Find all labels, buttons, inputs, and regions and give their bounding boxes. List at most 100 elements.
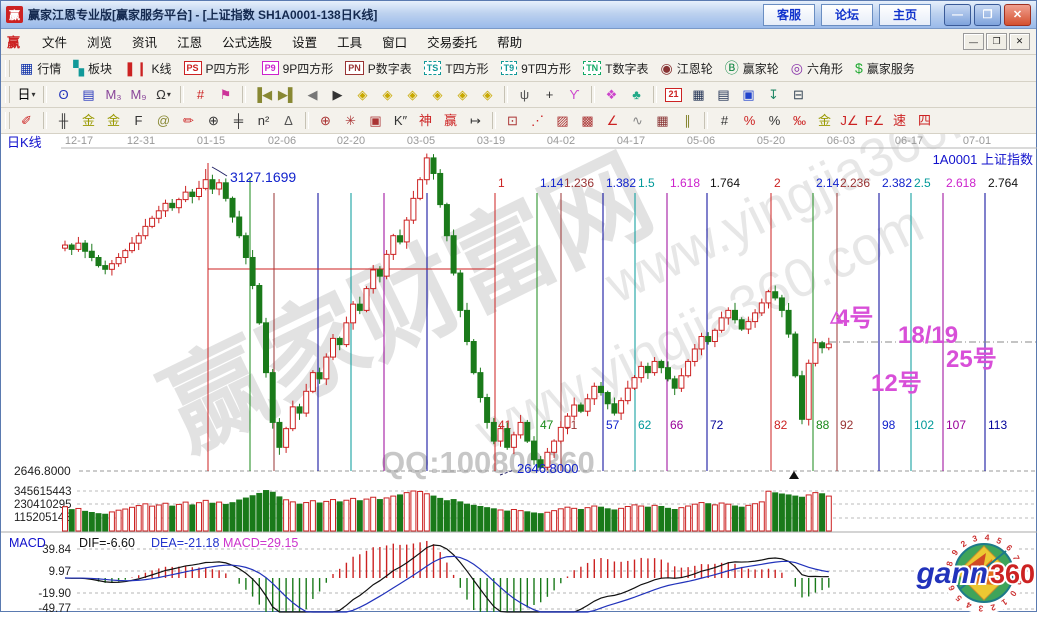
- p-table-button[interactable]: PNP数字表: [339, 57, 418, 79]
- k-mark-icon[interactable]: K″: [388, 110, 413, 132]
- customer-service-button[interactable]: 客服: [763, 4, 815, 26]
- gann-circle-icon[interactable]: ⊕: [201, 110, 226, 132]
- menu-item-7[interactable]: 窗口: [372, 29, 417, 54]
- title-bar[interactable]: 赢 赢家江恩专业版[赢家服务平台] - [上证指数 SH1A0001-138日K…: [1, 1, 1036, 29]
- parallel-lines-icon[interactable]: ∥: [675, 110, 700, 132]
- angle-measure-icon[interactable]: Ƴ: [562, 84, 587, 106]
- minimize-button[interactable]: —: [944, 4, 971, 26]
- detail-list-icon[interactable]: ▤: [76, 84, 101, 106]
- fibonacci-icon[interactable]: F: [126, 110, 151, 132]
- cycle-bottle-dropdown[interactable]: Ω▾: [151, 84, 176, 106]
- color-volume-icon[interactable]: ⚑: [213, 84, 238, 106]
- percent-icon[interactable]: %: [762, 110, 787, 132]
- save-icon[interactable]: ▣: [736, 84, 761, 106]
- calculator-icon[interactable]: ▦: [686, 84, 711, 106]
- homepage-button[interactable]: 主页: [879, 4, 931, 26]
- winner-wheel-button-label: 赢家轮: [743, 60, 779, 77]
- kline-chart-canvas[interactable]: 赢家财富网www.yingjia360.comwww.yingjia360.co…: [1, 134, 1037, 613]
- brush-icon[interactable]: ✏: [176, 110, 201, 132]
- sectors-button[interactable]: ▚板块: [67, 57, 118, 79]
- menu-item-2[interactable]: 资讯: [122, 29, 167, 54]
- comb2-icon[interactable]: ╪: [226, 110, 251, 132]
- wave-3-icon[interactable]: M₃: [101, 84, 126, 106]
- child-close-button[interactable]: ✕: [1009, 33, 1030, 50]
- menu-item-6[interactable]: 工具: [327, 29, 372, 54]
- drag-hand-icon[interactable]: ψ: [512, 84, 537, 106]
- n-square-icon[interactable]: n²: [251, 110, 276, 132]
- last-bar-icon[interactable]: ▶▌: [275, 84, 300, 106]
- forum-button[interactable]: 论坛: [821, 4, 873, 26]
- diamond-full-view-icon[interactable]: ◈: [475, 84, 500, 106]
- winner-service-button[interactable]: $赢家服务: [849, 57, 921, 79]
- zigzag-icon[interactable]: ∿: [625, 110, 650, 132]
- winner-wheel-button[interactable]: Ⓑ赢家轮: [719, 57, 785, 79]
- p-square-button[interactable]: PSP四方形: [178, 57, 256, 79]
- diamond-zoom-in-icon[interactable]: ◈: [375, 84, 400, 106]
- tree-tool-icon[interactable]: ❖: [599, 84, 624, 106]
- menu-item-8[interactable]: 交易委托: [417, 29, 487, 54]
- next-bar-icon[interactable]: ▶: [325, 84, 350, 106]
- frame-tool-icon[interactable]: ⊡: [500, 110, 525, 132]
- f-angle-icon[interactable]: F∠: [862, 110, 887, 132]
- speed-line-icon[interactable]: 速: [887, 110, 912, 132]
- notepad-icon[interactable]: ▤: [711, 84, 736, 106]
- wave-9-icon[interactable]: M₉: [126, 84, 151, 106]
- ratio-panel-icon[interactable]: #: [712, 110, 737, 132]
- menu-item-3[interactable]: 江恩: [167, 29, 212, 54]
- draw-pen-icon[interactable]: ✐: [14, 110, 39, 132]
- percent-strike-icon[interactable]: %: [737, 110, 762, 132]
- shen-tool-icon[interactable]: 神: [413, 110, 438, 132]
- shade-grid-icon[interactable]: ▨: [550, 110, 575, 132]
- ruler-count-icon[interactable]: ↦: [463, 110, 488, 132]
- crosshair-icon[interactable]: +: [537, 84, 562, 106]
- dense-grid-icon[interactable]: ▩: [575, 110, 600, 132]
- coordinate-overlay-icon[interactable]: #: [188, 84, 213, 106]
- angle-lines-icon[interactable]: ∠: [600, 110, 625, 132]
- menu-item-4[interactable]: 公式选股: [212, 29, 282, 54]
- star-circle-icon[interactable]: ✳: [338, 110, 363, 132]
- spiral-icon[interactable]: @: [151, 110, 176, 132]
- j-angle-icon[interactable]: J∠: [837, 110, 862, 132]
- period-day-dropdown[interactable]: 日▾: [14, 84, 39, 106]
- gold-ratio-a-icon[interactable]: 金: [76, 110, 101, 132]
- first-bar-icon[interactable]: ▐◀: [250, 84, 275, 106]
- diamond-expand-h-icon[interactable]: ◈: [400, 84, 425, 106]
- t-square-button[interactable]: TST四方形: [418, 57, 495, 79]
- print-icon[interactable]: ⊟: [786, 84, 811, 106]
- export-icon[interactable]: ↧: [761, 84, 786, 106]
- fan-lines-icon[interactable]: ⋰: [525, 110, 550, 132]
- gann-wheel-button[interactable]: ◉江恩轮: [655, 57, 719, 79]
- permille-icon[interactable]: ‰: [787, 110, 812, 132]
- gold-angle-icon[interactable]: 金: [812, 110, 837, 132]
- quotes-button[interactable]: ▦行情: [14, 57, 67, 79]
- child-restore-button[interactable]: ❐: [986, 33, 1007, 50]
- menu-item-0[interactable]: 文件: [32, 29, 77, 54]
- diamond-shrink-h-icon[interactable]: ◈: [425, 84, 450, 106]
- t-table-button[interactable]: TNT数字表: [577, 57, 654, 79]
- menu-item-5[interactable]: 设置: [282, 29, 327, 54]
- close-button[interactable]: ✕: [1004, 4, 1031, 26]
- compression-mode-icon[interactable]: ʘ: [51, 84, 76, 106]
- maximize-button[interactable]: ❐: [974, 4, 1001, 26]
- square-target-icon[interactable]: ▣: [363, 110, 388, 132]
- calendar-icon[interactable]: 21: [661, 84, 686, 106]
- 9p-square-button[interactable]: P99P四方形: [256, 57, 340, 79]
- kline-button[interactable]: ❚❙K线: [118, 57, 177, 79]
- grid-comb-icon[interactable]: ╫: [51, 110, 76, 132]
- block-grid-icon[interactable]: ▦: [650, 110, 675, 132]
- volume-bar: [284, 500, 289, 531]
- prev-bar-icon[interactable]: ◀: [300, 84, 325, 106]
- compass-icon[interactable]: ∆: [276, 110, 301, 132]
- menu-item-9[interactable]: 帮助: [487, 29, 532, 54]
- hexagon-button[interactable]: ◎六角形: [785, 57, 849, 79]
- child-minimize-button[interactable]: —: [963, 33, 984, 50]
- four-square-line-icon[interactable]: 四: [912, 110, 937, 132]
- menu-item-1[interactable]: 浏览: [77, 29, 122, 54]
- leaf-tool-icon[interactable]: ♣: [624, 84, 649, 106]
- 9t-square-button[interactable]: T99T四方形: [495, 57, 578, 79]
- gold-ratio-b-icon[interactable]: 金: [101, 110, 126, 132]
- diamond-zoom-out-icon[interactable]: ◈: [350, 84, 375, 106]
- target-circle-icon[interactable]: ⊕: [313, 110, 338, 132]
- diamond-expand-all-icon[interactable]: ◈: [450, 84, 475, 106]
- ying-tool-icon[interactable]: 赢: [438, 110, 463, 132]
